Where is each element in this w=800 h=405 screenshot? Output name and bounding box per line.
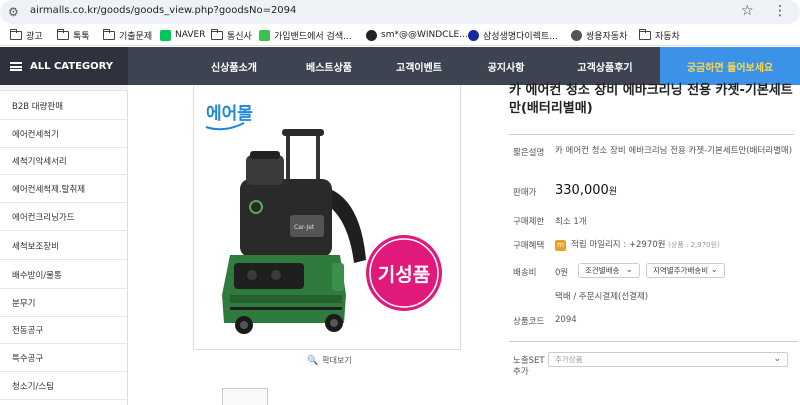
more-menu-icon[interactable]: ⋮ bbox=[770, 3, 790, 19]
naver-icon bbox=[160, 29, 171, 41]
product-illustration: 에어몰 Car-Jet 기성품 bbox=[205, 104, 442, 334]
address-bar: ⚙ airmalls.co.kr/goods/goods_view.php?go… bbox=[0, 0, 800, 24]
folder-icon bbox=[10, 28, 22, 40]
regional-shipping-select[interactable]: 지역별추가배송비 ⌄ bbox=[646, 263, 725, 278]
site-info-icon[interactable]: ⚙ bbox=[8, 4, 24, 20]
bookmark-item[interactable]: 기출문제 bbox=[103, 28, 152, 42]
sidebar-item-washer-accessory[interactable]: 세척기악세서리 bbox=[0, 149, 128, 175]
bookmark-star-icon[interactable]: ☆ bbox=[741, 3, 754, 19]
model-label: Car-Jet bbox=[294, 224, 315, 231]
sidebar-item-power-tools[interactable]: 전동공구 bbox=[0, 318, 128, 344]
zoom-button[interactable]: 🔍 확대보기 bbox=[307, 355, 352, 366]
thumbnail-item[interactable] bbox=[222, 388, 268, 405]
bookmark-item[interactable]: 가입밴드에서 검색... bbox=[259, 28, 352, 42]
price-label: 판매가 bbox=[513, 188, 537, 198]
bookmark-item[interactable]: 쌍용자동차 bbox=[571, 28, 627, 42]
mileage-icon: m bbox=[555, 240, 566, 251]
folder-icon bbox=[211, 28, 223, 40]
url-text[interactable]: airmalls.co.kr/goods/goods_view.php?good… bbox=[30, 5, 296, 16]
bookmark-item[interactable]: NAVER bbox=[160, 28, 205, 42]
sidebar-item-drain-tray[interactable]: 배수받이/물통 bbox=[0, 263, 128, 289]
band-icon bbox=[259, 29, 270, 41]
brand-logo: 에어몰 bbox=[206, 104, 253, 124]
samsung-icon bbox=[468, 29, 479, 41]
set-label: 노출SET 추가 bbox=[513, 356, 545, 377]
bookmarks-bar: 광고 톡톡 기출문제 NAVER 통신사 가입밴드에서 검색... sm*@@W… bbox=[0, 24, 800, 46]
purchase-limit-label: 구매제한 bbox=[513, 217, 545, 227]
bookmark-item[interactable]: 통신사 bbox=[211, 28, 252, 42]
code-label: 상품코드 bbox=[513, 317, 545, 327]
nav-menu-event[interactable]: 고객이벤트 bbox=[385, 47, 453, 85]
shipping-method: 택배 / 주문시결제(선결제) bbox=[555, 292, 649, 302]
product-image[interactable]: 에어몰 Car-Jet 기성품 bbox=[193, 85, 461, 350]
folder-icon bbox=[639, 28, 651, 40]
shipping-label: 배송비 bbox=[513, 268, 537, 278]
short-desc-value: 카 에어컨 청소 장비 에바크리닝 전용 카젯-기본세트만(배터리별매) bbox=[555, 146, 793, 156]
shipping-fee: 0원 bbox=[555, 268, 569, 278]
bookmark-item[interactable]: 광고 bbox=[10, 28, 43, 42]
product-title: 카 에어컨 청소 장비 에바크리닝 전용 카젯-기본세트만(배터리별매) bbox=[509, 83, 793, 116]
purchase-limit-value: 최소 1개 bbox=[555, 217, 587, 227]
bookmark-item[interactable]: 톡톡 bbox=[57, 28, 90, 42]
category-sidebar: B2B 대량판매 에어컨세척기 세척기악세서리 에어컨세척제.탈취제 에어컨크리… bbox=[0, 85, 128, 405]
sidebar-item-special-tools[interactable]: 특수공구 bbox=[0, 346, 128, 372]
nav-menu-review[interactable]: 고객상품후기 bbox=[565, 47, 645, 85]
price-value: 330,000원 bbox=[555, 183, 618, 198]
badge-text: 기성품 bbox=[378, 264, 430, 286]
bookmark-item[interactable]: sm*@@WINDCLE... bbox=[366, 28, 468, 42]
folder-icon bbox=[57, 28, 69, 40]
chevron-down-icon: ⌄ bbox=[773, 354, 781, 364]
nav-menu-best[interactable]: 베스트상품 bbox=[295, 47, 363, 85]
hamburger-icon bbox=[10, 61, 22, 71]
nav-menu-new[interactable]: 신상품소개 bbox=[200, 47, 268, 85]
sidebar-item-vacuum[interactable]: 청소기/스팀 bbox=[0, 374, 128, 400]
folder-icon bbox=[103, 28, 115, 40]
magnifier-icon: 🔍 bbox=[307, 355, 319, 366]
sidebar-item-cleaning-guard[interactable]: 에어컨크리닝가드 bbox=[0, 205, 128, 231]
short-desc-label: 짧은설명 bbox=[513, 148, 545, 158]
sidebar-item-cleaner-agent[interactable]: 에어컨세척제.탈취제 bbox=[0, 177, 128, 203]
sidebar-item-sprayer[interactable]: 분무기 bbox=[0, 291, 128, 317]
sidebar-item-washer[interactable]: 에어컨세척기 bbox=[0, 122, 128, 148]
divider bbox=[509, 341, 798, 342]
site-icon bbox=[366, 29, 377, 41]
all-category-button[interactable]: ALL CATEGORY bbox=[0, 47, 128, 85]
chevron-down-icon: ⌄ bbox=[625, 265, 633, 275]
sidebar-item-b2b[interactable]: B2B 대량판매 bbox=[0, 94, 128, 120]
code-value: 2094 bbox=[555, 315, 577, 325]
bookmark-item[interactable]: 자동차 bbox=[639, 28, 680, 42]
bookmark-item[interactable]: 삼성생명다이렉트... bbox=[468, 28, 558, 42]
nav-menu-notice[interactable]: 공지사항 bbox=[476, 47, 536, 85]
benefit-label: 구매혜택 bbox=[513, 241, 545, 251]
nav-menu-question[interactable]: 궁금하면 들어보세요 bbox=[660, 47, 800, 85]
divider bbox=[509, 134, 794, 135]
ssangyong-icon bbox=[571, 29, 582, 41]
benefit-value: m 적립 마일리지 : +2970원 (상품 : 2,970원) bbox=[555, 238, 720, 251]
addon-select[interactable]: 추가상품 ⌄ bbox=[548, 352, 788, 367]
sidebar-top-strip bbox=[0, 85, 128, 91]
shipping-condition-select[interactable]: 조건별배송 ⌄ bbox=[578, 263, 640, 278]
sidebar-item-support-equipment[interactable]: 세척보조장비 bbox=[0, 234, 128, 260]
chevron-down-icon: ⌄ bbox=[710, 265, 718, 275]
